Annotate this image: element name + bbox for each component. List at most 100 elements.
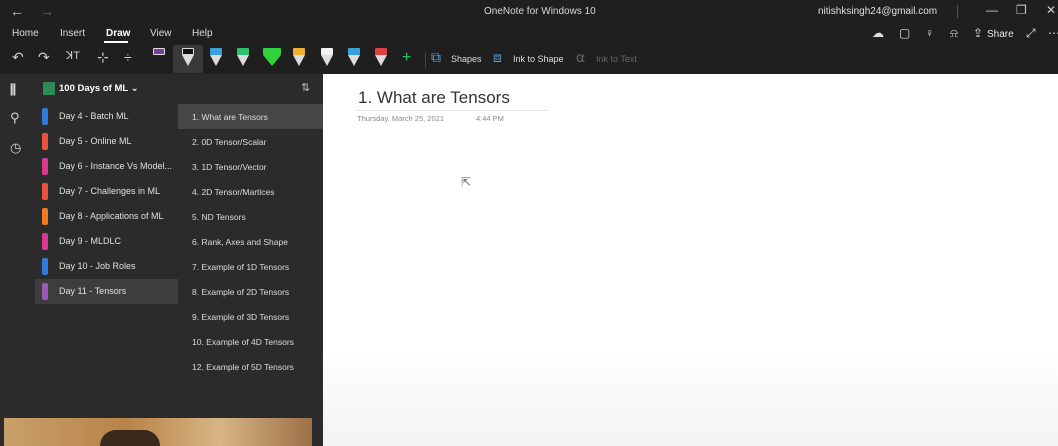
page-date: Thursday, March 25, 2021 [357, 114, 444, 123]
expand-icon[interactable]: ⤢ [1026, 26, 1036, 41]
close-button[interactable]: ✕ [1046, 3, 1056, 17]
tab-insert[interactable]: Insert [60, 28, 85, 39]
page-item[interactable]: 9. Example of 3D Tensors [178, 304, 323, 329]
notebook-header: 100 Days of ML ⌄ ⇅ [35, 74, 323, 102]
page-label: 9. Example of 3D Tensors [192, 312, 290, 322]
pen-purple-icon[interactable] [152, 48, 166, 70]
undo-icon[interactable]: ↶ [12, 49, 24, 69]
shapes-button[interactable]: Shapes [451, 54, 482, 64]
shapes-icon[interactable]: ⧉ [431, 49, 441, 69]
page-item[interactable]: 5. ND Tensors [178, 204, 323, 229]
more-options-icon[interactable]: ⋯ [1048, 26, 1058, 40]
search-icon[interactable]: ⚲ [10, 110, 20, 126]
section-day-4[interactable]: Day 4 - Batch ML [35, 104, 178, 129]
pen-black-icon[interactable] [181, 48, 195, 70]
notebook-icon [43, 82, 55, 95]
pen-red-icon[interactable] [374, 48, 388, 70]
titlebar-divider [957, 5, 958, 18]
minimize-button[interactable]: — [986, 3, 998, 17]
tab-view[interactable]: View [150, 28, 172, 39]
pen-white-icon[interactable] [320, 48, 334, 70]
add-space-icon[interactable]: ÷ [124, 49, 132, 69]
notebook-switcher[interactable]: 100 Days of ML ⌄ [59, 83, 139, 94]
navigation-rail: ⫼ ⚲ ◷ [0, 74, 35, 446]
draw-toolbar: ↶ ↷ ꓘT ⊹ ÷ + ⧉ Shapes ⧈ Ink to Shape ⍺ I… [0, 44, 1058, 74]
pen-lightblue-icon[interactable] [347, 48, 361, 70]
forward-arrow-icon[interactable]: → [40, 3, 54, 19]
ink-to-shape-button[interactable]: Ink to Shape [513, 54, 564, 64]
section-color-tab [42, 183, 48, 200]
section-label: Day 6 - Instance Vs Model... [59, 161, 173, 171]
section-color-tab [42, 133, 48, 150]
section-label: Day 7 - Challenges in ML [59, 186, 161, 196]
title-bar: ← → OneNote for Windows 10 nitishksingh2… [0, 0, 1058, 24]
page-title[interactable]: 1. What are Tensors [358, 88, 510, 108]
section-day-6[interactable]: Day 6 - Instance Vs Model... [35, 154, 178, 179]
page-label: 3. 1D Tensor/Vector [192, 162, 267, 172]
page-item[interactable]: 12. Example of 5D Tensors [178, 354, 323, 379]
sort-pages-icon[interactable]: ⇅ [301, 81, 310, 94]
canvas-shade [323, 350, 1058, 446]
page-item[interactable]: 2. 0D Tensor/Scalar [178, 129, 323, 154]
toolbar-divider [425, 52, 426, 68]
page-item[interactable]: 3. 1D Tensor/Vector [178, 154, 323, 179]
section-color-tab [42, 233, 48, 250]
add-pen-icon[interactable]: + [402, 49, 411, 69]
account-email[interactable]: nitishksingh24@gmail.com [818, 6, 937, 17]
page-item[interactable]: 4. 2D Tensor/Martices [178, 179, 323, 204]
page-label: 1. What are Tensors [192, 112, 268, 122]
section-label: Day 5 - Online ML [59, 136, 132, 146]
page-label: 2. 0D Tensor/Scalar [192, 137, 267, 147]
redo-icon[interactable]: ↷ [38, 49, 50, 69]
share-button[interactable]: Share [987, 29, 1014, 40]
section-color-tab [42, 208, 48, 225]
lightbulb-icon[interactable]: ♀ [925, 26, 934, 40]
page-item[interactable]: 10. Example of 4D Tensors [178, 329, 323, 354]
section-day-7[interactable]: Day 7 - Challenges in ML [35, 179, 178, 204]
page-label: 8. Example of 2D Tensors [192, 287, 290, 297]
sync-icon[interactable]: ☁ [872, 26, 884, 40]
webcam-person [100, 430, 160, 446]
highlighter-green-icon[interactable] [262, 48, 282, 70]
page-item[interactable]: 6. Rank, Axes and Shape [178, 229, 323, 254]
page-item[interactable]: 1. What are Tensors [178, 104, 323, 129]
page-label: 7. Example of 1D Tensors [192, 262, 290, 272]
section-day-10[interactable]: Day 10 - Job Roles [35, 254, 178, 279]
section-day-5[interactable]: Day 5 - Online ML [35, 129, 178, 154]
section-day-11[interactable]: Day 11 - Tensors [35, 279, 178, 304]
type-select-icon[interactable]: ꓘT [66, 49, 80, 69]
ink-to-text-icon: ⍺ [576, 49, 586, 65]
window-title: OneNote for Windows 10 [484, 6, 596, 17]
pen-blue-icon[interactable] [209, 48, 223, 70]
back-arrow-icon[interactable]: ← [10, 3, 24, 19]
page-label: 10. Example of 4D Tensors [192, 337, 294, 347]
page-item[interactable]: 8. Example of 2D Tensors [178, 279, 323, 304]
tab-help[interactable]: Help [192, 28, 213, 39]
restore-button[interactable]: ❐ [1016, 3, 1027, 17]
page-label: 6. Rank, Axes and Shape [192, 237, 288, 247]
tab-draw[interactable]: Draw [106, 28, 130, 39]
section-color-tab [42, 158, 48, 175]
tab-home[interactable]: Home [12, 28, 39, 39]
active-tab-indicator [104, 41, 128, 43]
section-color-tab [42, 258, 48, 275]
pen-orange-icon[interactable] [292, 48, 306, 70]
recent-clock-icon[interactable]: ◷ [10, 140, 21, 156]
ink-to-text-button: Ink to Text [596, 54, 637, 64]
section-day-8[interactable]: Day 8 - Applications of ML [35, 204, 178, 229]
share-icon[interactable]: ⇪ [973, 26, 983, 40]
sections-panel: Day 4 - Batch ML Day 5 - Online ML Day 6… [35, 74, 178, 418]
section-label: Day 8 - Applications of ML [59, 211, 164, 221]
ink-to-shape-icon[interactable]: ⧈ [493, 49, 502, 69]
section-color-tab [42, 283, 48, 300]
bell-icon[interactable]: ⍾ [950, 26, 958, 41]
sticky-notes-icon[interactable]: ▢ [899, 26, 910, 40]
pen-teal-icon[interactable] [236, 48, 250, 70]
lasso-select-icon[interactable]: ⊹ [97, 49, 109, 69]
page-time: 4:44 PM [476, 114, 504, 123]
section-day-9[interactable]: Day 9 - MLDLC [35, 229, 178, 254]
section-label: Day 9 - MLDLC [59, 236, 122, 246]
section-color-tab [42, 108, 48, 125]
page-item[interactable]: 7. Example of 1D Tensors [178, 254, 323, 279]
notebooks-icon[interactable]: ⫼ [10, 82, 16, 98]
